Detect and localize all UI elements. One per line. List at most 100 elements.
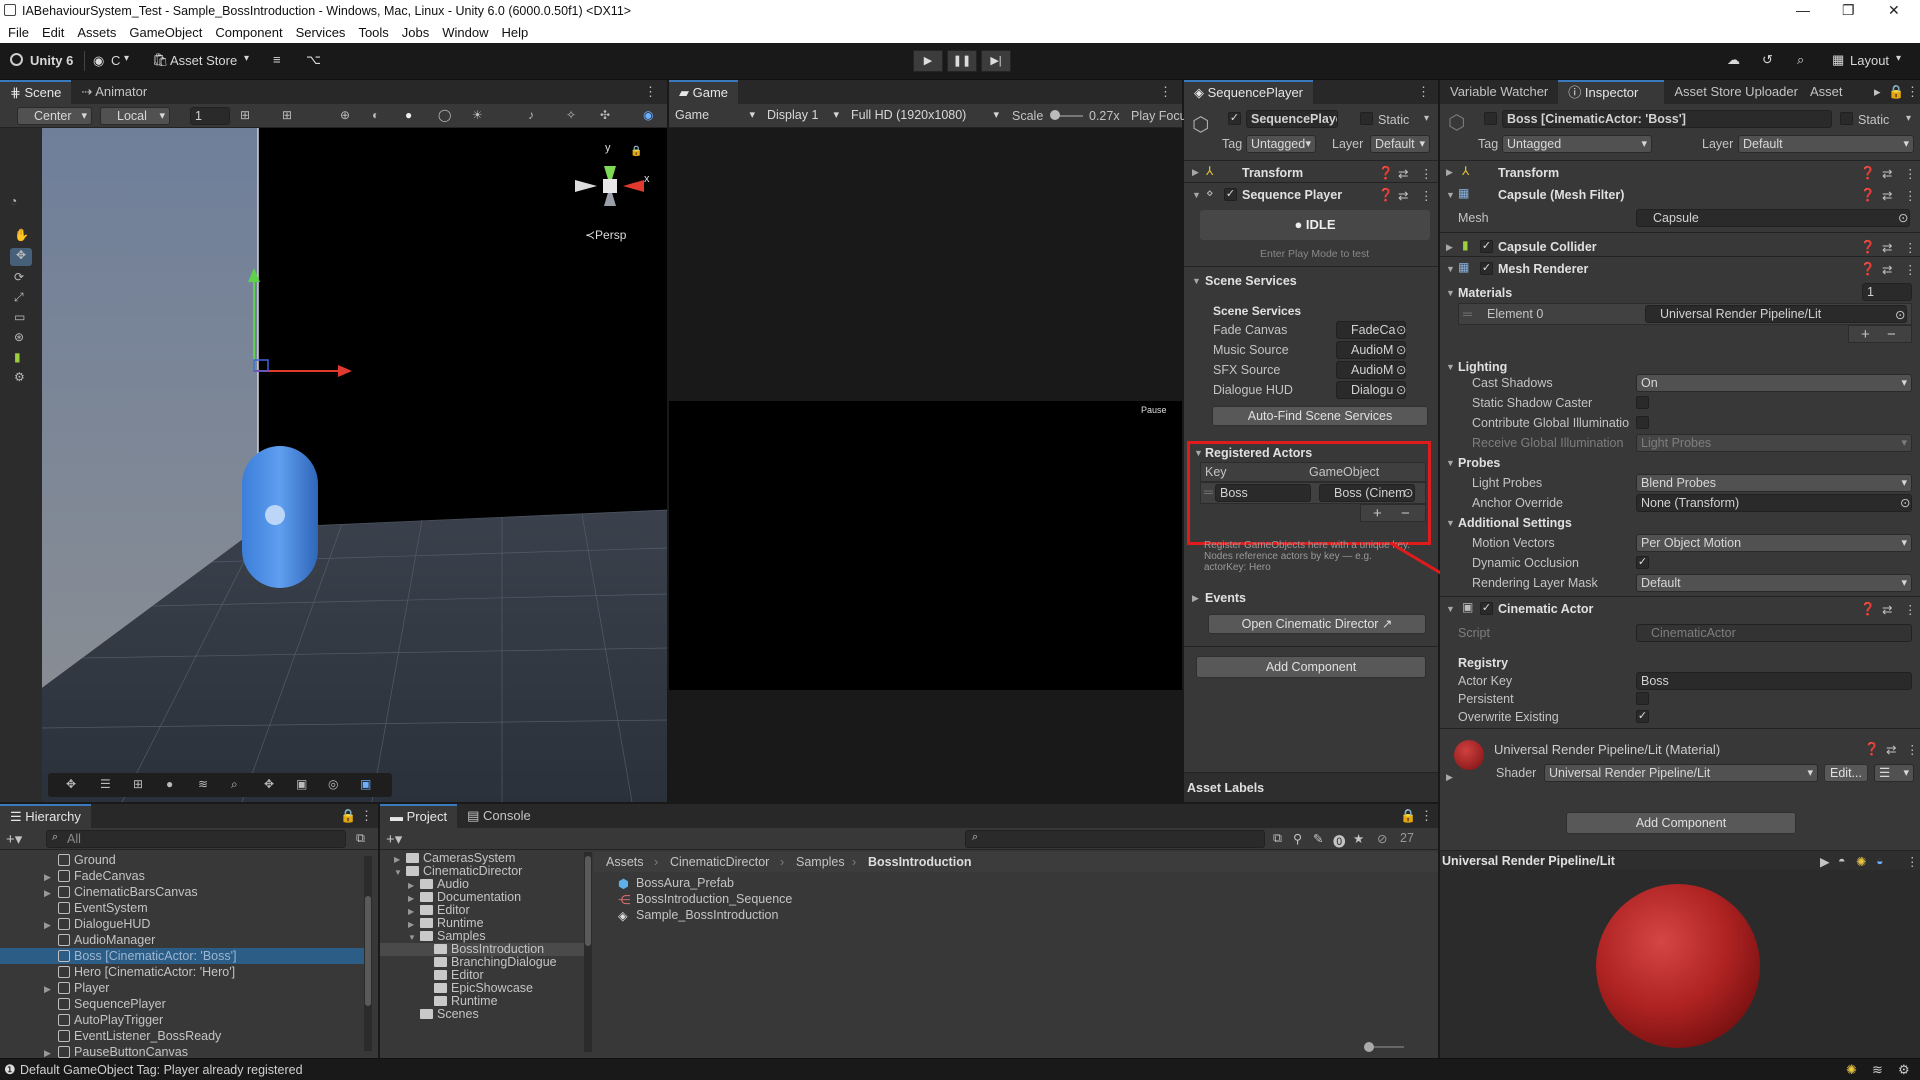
asset-labels-header[interactable]: Asset Labels — [1187, 781, 1264, 795]
more-options-icon[interactable]: ⋮ — [1417, 84, 1430, 100]
asset-item[interactable]: ◈ Sample_BossIntroduction — [618, 908, 918, 924]
more-options-icon[interactable]: ⋮ — [1904, 188, 1917, 203]
grid-size-field[interactable]: 1 — [190, 107, 230, 125]
account-icon[interactable]: ◉ — [93, 53, 104, 69]
expand-icon[interactable]: ▶ — [44, 917, 58, 933]
rotate-tool-icon[interactable]: ⟳ — [14, 270, 24, 284]
hierarchy-item[interactable]: ▶ FadeCanvas — [0, 868, 370, 884]
search-by-type-icon[interactable]: ⧉ — [1273, 831, 1282, 846]
collapse-icon[interactable]: ▼ — [1194, 448, 1203, 458]
menu-services[interactable]: Services — [296, 22, 346, 43]
history-icon[interactable]: ↺ — [1762, 52, 1773, 68]
folder-item[interactable]: ▼ CinematicDirector — [380, 865, 584, 878]
hierarchy-item[interactable]: Ground — [0, 852, 370, 868]
transform-tool-icon[interactable]: ⊛ — [14, 330, 24, 344]
saved-search-icon[interactable]: ✎ — [1313, 831, 1323, 846]
material-preview-area[interactable] — [1440, 870, 1920, 1058]
favorite-icon[interactable]: ★ — [1353, 831, 1364, 846]
drag-handle-icon[interactable]: ═ — [1204, 485, 1213, 499]
mesh-field[interactable]: Capsule — [1636, 209, 1910, 227]
breadcrumb-samples[interactable]: Samples — [796, 855, 845, 869]
play-focused-dropdown[interactable]: Play Focu — [1131, 109, 1187, 123]
object-picker-icon[interactable]: ⊙ — [1396, 342, 1406, 357]
overlay-frame-icon[interactable]: ▣ — [360, 777, 371, 791]
materials-foldout[interactable]: Materials — [1458, 286, 1512, 300]
collapse-icon[interactable]: ▼ — [1446, 288, 1455, 298]
help-icon[interactable]: ❓ — [1860, 602, 1876, 617]
object-picker-icon[interactable]: ⊙ — [1403, 485, 1413, 500]
contribute-gi-checkbox[interactable] — [1636, 416, 1649, 429]
move-tool-icon[interactable]: ✥ — [10, 248, 32, 266]
resolution-dropdown[interactable]: Full HD (1920x1080) — [847, 107, 1003, 125]
inspector-add-component-button[interactable]: Add Component — [1566, 812, 1796, 834]
add-item-icon[interactable]: + — [1861, 326, 1870, 343]
events-foldout[interactable]: Events — [1205, 591, 1246, 605]
hierarchy-item[interactable]: AutoPlayTrigger — [0, 1012, 370, 1028]
more-options-icon[interactable]: ⋮ — [1906, 854, 1919, 869]
tab-asset[interactable]: Asset — [1808, 80, 1853, 104]
asset-item[interactable]: ⬢ BossAura_Prefab — [618, 876, 918, 892]
tab-scene[interactable]: ⋕ Scene — [0, 80, 72, 104]
menu-file[interactable]: File — [8, 22, 29, 43]
tag-dropdown[interactable]: Untagged — [1502, 135, 1652, 153]
lighting-foldout[interactable]: Lighting — [1458, 360, 1507, 374]
object-name-field[interactable]: Boss [CinematicActor: 'Boss'] — [1502, 110, 1832, 128]
game-mode-dropdown[interactable]: Game — [671, 107, 759, 125]
tab-console[interactable]: ▤ Console — [457, 804, 541, 828]
layers-icon[interactable]: ≡ — [273, 52, 281, 67]
folder-item[interactable]: ▶ Documentation — [380, 891, 584, 904]
active-checkbox[interactable]: ✓ — [1228, 112, 1241, 125]
dynamic-occlusion-checkbox[interactable]: ✓ — [1636, 556, 1649, 569]
object-picker-icon[interactable]: ⊙ — [1900, 495, 1910, 510]
tag-dropdown[interactable]: Untagged — [1246, 135, 1316, 153]
actor-object-field[interactable]: Boss (Cinem — [1319, 484, 1415, 502]
menu-gameobject[interactable]: GameObject — [129, 22, 202, 43]
chevron-down-icon[interactable]: ▾ — [1906, 113, 1911, 124]
breadcrumb-cinematic-director[interactable]: CinematicDirector — [670, 855, 769, 869]
preview-shape-icon[interactable]: ◓ — [1838, 854, 1846, 868]
layer-dropdown[interactable]: Default — [1370, 135, 1430, 153]
lock-icon[interactable]: 🔒 — [630, 146, 642, 157]
asset-item[interactable]: ⋲ BossIntroduction_Sequence — [618, 892, 918, 908]
presets-icon[interactable]: ⇄ — [1398, 188, 1408, 203]
overlay-move-icon[interactable]: ✥ — [66, 777, 76, 791]
lock-icon[interactable]: 🔒 — [1400, 808, 1416, 824]
help-icon[interactable]: ❓ — [1860, 262, 1876, 277]
more-options-icon[interactable]: ⋮ — [1904, 166, 1917, 181]
overwrite-existing-checkbox[interactable]: ✓ — [1636, 710, 1649, 723]
more-options-icon[interactable]: ⋮ — [1420, 166, 1433, 181]
overlay-zoom-icon[interactable]: ⌕ — [231, 777, 238, 792]
hierarchy-item[interactable]: SequencePlayer — [0, 996, 370, 1012]
presets-icon[interactable]: ⇄ — [1882, 166, 1892, 181]
expand-icon[interactable]: ▶ — [44, 885, 58, 901]
remove-item-icon[interactable]: − — [1887, 326, 1896, 343]
perspective-label[interactable]: ≺Persp — [585, 228, 626, 242]
bug-icon[interactable]: ✺ — [1846, 1062, 1857, 1078]
scrollbar-thumb[interactable] — [585, 856, 591, 946]
expand-icon[interactable]: ▶ — [1446, 242, 1453, 253]
overlay-pan-icon[interactable]: ✥ — [264, 777, 274, 791]
shader-edit-button[interactable]: Edit... — [1824, 764, 1868, 782]
cloud-icon[interactable]: ☁ — [1727, 52, 1740, 68]
hierarchy-item[interactable]: Hero [CinematicActor: 'Hero'] — [0, 964, 370, 980]
scene-visibility-icon[interactable]: ⧉ — [356, 831, 365, 846]
pause-button[interactable]: ❚❚ — [947, 50, 977, 72]
expand-icon[interactable]: ▶ — [1446, 772, 1453, 783]
settings-icon[interactable]: ⚙ — [1898, 1062, 1910, 1078]
maximize-icon[interactable]: ❐ — [1842, 2, 1855, 19]
mesh-filter-header[interactable]: Capsule (Mesh Filter) — [1498, 188, 1624, 202]
collapse-icon[interactable]: ▼ — [1192, 276, 1201, 286]
motion-vectors-dropdown[interactable]: Per Object Motion — [1636, 534, 1912, 552]
open-cinematic-director-button[interactable]: Open Cinematic Director ↗ — [1208, 614, 1426, 634]
more-options-icon[interactable]: ⋮ — [1904, 262, 1917, 277]
presets-icon[interactable]: ⇄ — [1882, 602, 1892, 617]
search-by-label-icon[interactable]: ⚲ — [1293, 831, 1302, 846]
static-shadow-checkbox[interactable] — [1636, 396, 1649, 409]
asset-store-button[interactable]: Asset Store — [170, 53, 237, 68]
persistent-checkbox[interactable] — [1636, 692, 1649, 705]
drag-handle-icon[interactable]: ═ — [1463, 307, 1472, 321]
tab-game[interactable]: ▰ Game — [669, 80, 739, 104]
hierarchy-item[interactable]: EventSystem — [0, 900, 370, 916]
preview-light-icon[interactable]: ✺ — [1856, 854, 1866, 869]
play-preview-icon[interactable]: ▶ — [1820, 854, 1830, 869]
